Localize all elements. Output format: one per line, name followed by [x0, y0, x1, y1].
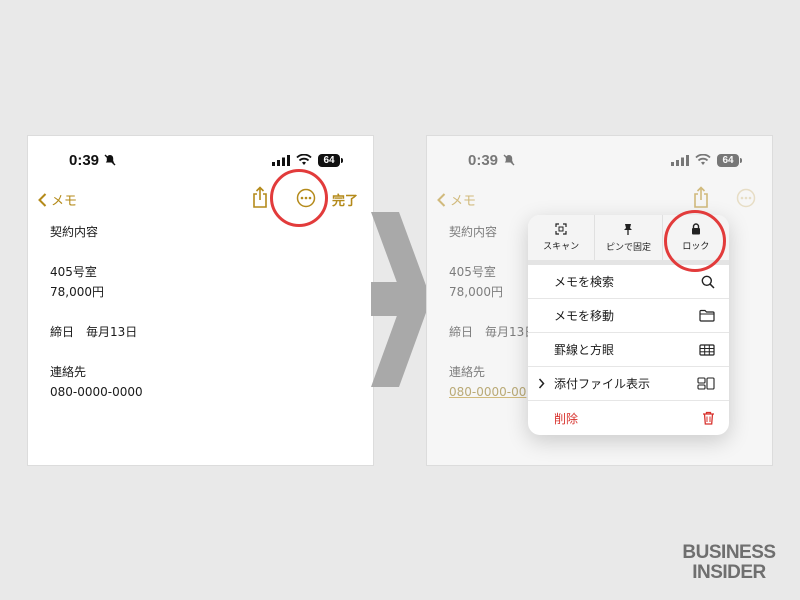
quick-action-pin[interactable]: ピンで固定 [595, 215, 663, 260]
note-phone: 080-0000-0000 [50, 385, 143, 399]
note-price: 78,000円 [50, 285, 104, 299]
trash-icon [703, 411, 714, 425]
menu-item-label: 罫線と方眼 [554, 343, 615, 357]
logo-line-2: INSIDER [692, 562, 766, 583]
note-body[interactable]: 契約内容 405号室 78,000円 締日 毎月13日 連絡先 080-0000… [50, 222, 143, 402]
menu-item-label: メモを移動 [554, 309, 615, 323]
chevron-left-icon [38, 192, 47, 207]
done-button[interactable]: 完了 [332, 190, 358, 209]
pin-icon [624, 223, 633, 235]
quick-action-scan[interactable]: スキャン [528, 215, 596, 260]
attachments-icon [697, 377, 715, 390]
signal-icon [272, 155, 290, 166]
note-deadline: 締日 毎月13日 [50, 325, 138, 339]
screenshot-after: 0:39 64 メモ 契約内容 405号室 78,000円 締日 毎月13日 連… [427, 136, 772, 465]
scan-icon [555, 223, 567, 235]
menu-item-label: メモを検索 [554, 275, 615, 289]
quick-action-label: スキャン [543, 242, 580, 252]
menu-item-attachments[interactable]: 添付ファイル表示 [528, 367, 729, 401]
business-insider-logo: BUSINESS INSIDER [678, 543, 780, 583]
search-icon [701, 275, 715, 289]
back-button[interactable]: メモ [38, 190, 77, 209]
note-contact-label: 連絡先 [50, 365, 87, 379]
menu-item-label: 削除 [554, 411, 579, 426]
status-time: 0:39 [69, 152, 100, 169]
battery-indicator: 64 [318, 154, 340, 167]
logo-line-1: BUSINESS [682, 542, 776, 563]
screenshot-before: 0:39 64 メモ 完了 契約内容 405号室 78,000円 締日 毎月13… [28, 136, 373, 465]
back-label: メモ [51, 194, 78, 209]
menu-item-lines-grids[interactable]: 罫線と方眼 [528, 333, 729, 367]
wifi-icon [296, 154, 312, 165]
share-icon[interactable] [252, 186, 268, 208]
menu-item-delete[interactable]: 削除 [528, 401, 729, 435]
note-room: 405号室 [50, 265, 97, 279]
chevron-right-icon [538, 378, 545, 389]
menu-item-label: 添付ファイル表示 [554, 377, 651, 391]
highlight-circle-lock [664, 210, 726, 272]
bell-muted-icon [104, 154, 116, 166]
highlight-circle-more [270, 169, 328, 227]
note-title: 契約内容 [50, 225, 99, 239]
battery-tip [341, 158, 343, 163]
menu-item-move[interactable]: メモを移動 [528, 299, 729, 333]
folder-icon [699, 309, 715, 322]
arrow-icon [371, 212, 431, 387]
grid-icon [699, 343, 715, 356]
quick-action-label: ピンで固定 [605, 242, 651, 253]
